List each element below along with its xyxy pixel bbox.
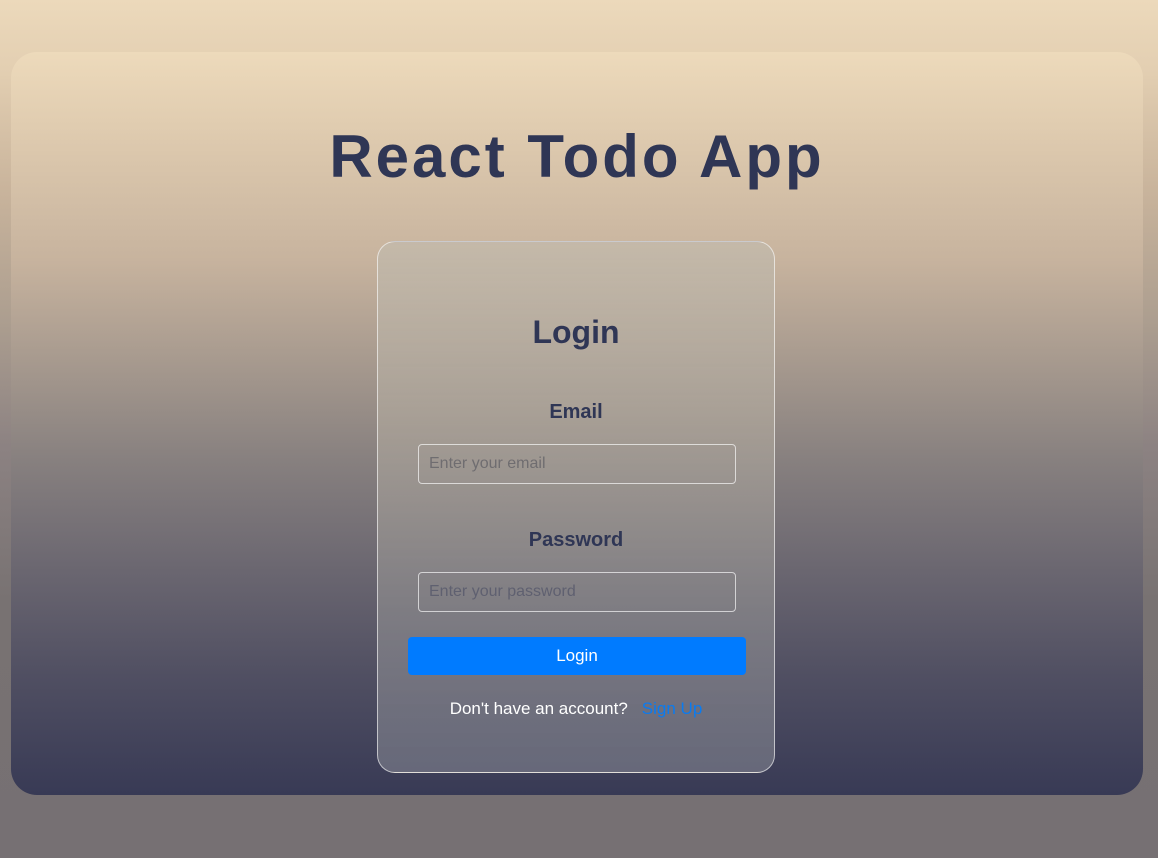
signup-prompt: Don't have an account? <box>449 699 628 718</box>
login-card: Login Email Password Login Don't have an… <box>377 241 775 773</box>
signup-link[interactable]: Sign Up <box>642 699 702 718</box>
password-label: Password <box>528 529 624 551</box>
login-heading: Login <box>532 314 620 350</box>
email-input[interactable] <box>418 444 736 484</box>
app-container: React Todo App Login Email Password Logi… <box>11 52 1143 795</box>
password-input[interactable] <box>418 572 736 612</box>
login-button[interactable]: Login <box>408 637 746 675</box>
signup-row: Don't have an account? Sign Up <box>378 699 774 719</box>
email-label: Email <box>549 401 603 423</box>
app-title: React Todo App <box>329 123 825 190</box>
